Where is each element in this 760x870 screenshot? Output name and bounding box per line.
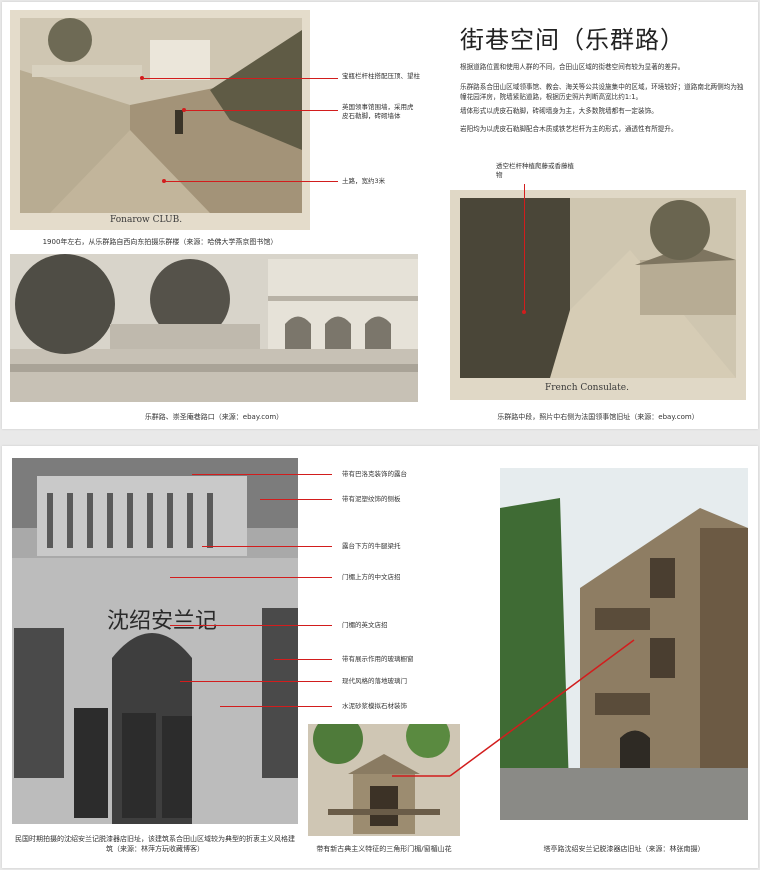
leader-line	[184, 110, 338, 111]
annotation-label: 土路，宽约3米	[342, 177, 386, 185]
annotation-label: 透空栏杆种植爬藤或香藤植物	[496, 162, 574, 179]
photo-illustration: French Consulate.	[450, 190, 746, 400]
paragraph: 墙体形式以虎皮石勒脚，砖砌墙身为主，大多数院墙都有一定装饰。	[460, 107, 658, 115]
leader-line	[260, 499, 332, 500]
shop-sign: 沈绍安兰记	[107, 609, 217, 634]
photo-illustration: 沈绍安兰记	[12, 458, 298, 824]
photo-illustration	[308, 724, 460, 836]
photo-inscription: Fonarow CLUB.	[110, 215, 182, 225]
photo-caption: 1900年左右，从乐群路自西向东拍摄乐群楼（来源：哈佛大学燕京图书馆）	[42, 238, 278, 246]
leader-line	[170, 577, 332, 578]
paragraph: 乐群路系合田山区域领事馆、教会、海关等公共设施集中的区域，环境较好；道路南北两侧…	[460, 83, 744, 101]
annotation-label: 门楣上方的中文店招	[342, 573, 401, 581]
leader-line	[180, 681, 332, 682]
annotation-label: 门楣的英文店招	[342, 621, 388, 629]
marker-dot	[522, 310, 526, 314]
leader-line	[164, 181, 338, 182]
photo-shop-building-today	[500, 468, 748, 820]
photo-caption: 民国时期拍摄的沈绍安兰记脱漆器店旧址，该建筑系合田山区域较为典型的折衷主义风格建…	[15, 835, 295, 853]
photo-inscription: French Consulate.	[545, 383, 629, 393]
page-title: 街巷空间（乐群路）	[460, 26, 685, 54]
leader-line	[524, 184, 525, 312]
annotation-label: 带有展示作用的玻璃橱窗	[342, 655, 414, 663]
annotation-label: 宝瓶栏杆柱搭配压顶、望柱	[342, 72, 420, 80]
leader-line	[192, 474, 332, 475]
photo-caption: 乐群路、崇圣庵巷路口（来源：ebay.com）	[144, 413, 284, 421]
photo-caption: 带有新古典主义特征的三角形门楣/窗楣山花	[316, 845, 452, 853]
photo-illustration	[500, 468, 748, 820]
leader-line	[274, 659, 332, 660]
photo-caption: 塔亭路沈绍安兰记脱漆器店旧址（来源：林张南摄）	[543, 845, 705, 853]
historic-photo-shop-facade: 沈绍安兰记	[12, 458, 298, 824]
photo-illustration: Fonarow CLUB.	[10, 10, 310, 230]
annotation-label: 现代风格的落地玻璃门	[342, 677, 407, 685]
leader-line	[202, 546, 332, 547]
photo-illustration	[10, 254, 418, 402]
leader-line	[142, 78, 338, 79]
leader-line	[220, 706, 332, 707]
paragraph: 岩阳均为以虎皮石勒脚配合木质或铁艺栏杆为主的形式，通透性有所提升。	[460, 125, 678, 133]
historic-photo-lequn-club: Fonarow CLUB.	[10, 10, 310, 230]
annotation-label: 露台下方的牛腿梁托	[342, 542, 401, 550]
photo-caption: 乐群路中段，照片中右侧为法国领事馆旧址（来源：ebay.com）	[497, 413, 699, 421]
paragraph: 根据道路位置和使用人群的不同，合田山区域的街巷空间有较为显著的差异。	[460, 63, 685, 71]
photo-pediment-detail	[308, 724, 460, 836]
leader-line	[170, 625, 332, 626]
annotation-label: 带有巴洛克装饰的露台	[342, 470, 407, 478]
historic-photo-french-consulate-street: French Consulate.	[450, 190, 746, 400]
annotation-label: 英国领事馆围墙，采用虎皮石勒脚，砖砌墙体	[342, 103, 414, 120]
annotation-label: 水泥砂浆模拟石材装饰	[342, 702, 407, 710]
bottom-panel: 沈绍安兰记 带有巴洛克装饰的露台 带有泥塑纹饰的侧板 露台下方的牛腿梁托 门楣上…	[2, 446, 758, 868]
top-panel: Fonarow CLUB. 宝瓶栏杆柱搭配压顶、望柱 英国领事馆围墙，采用虎皮石…	[2, 2, 758, 429]
annotation-label: 带有泥塑纹饰的侧板	[342, 495, 401, 503]
historic-photo-lequn-road-junction	[10, 254, 418, 402]
